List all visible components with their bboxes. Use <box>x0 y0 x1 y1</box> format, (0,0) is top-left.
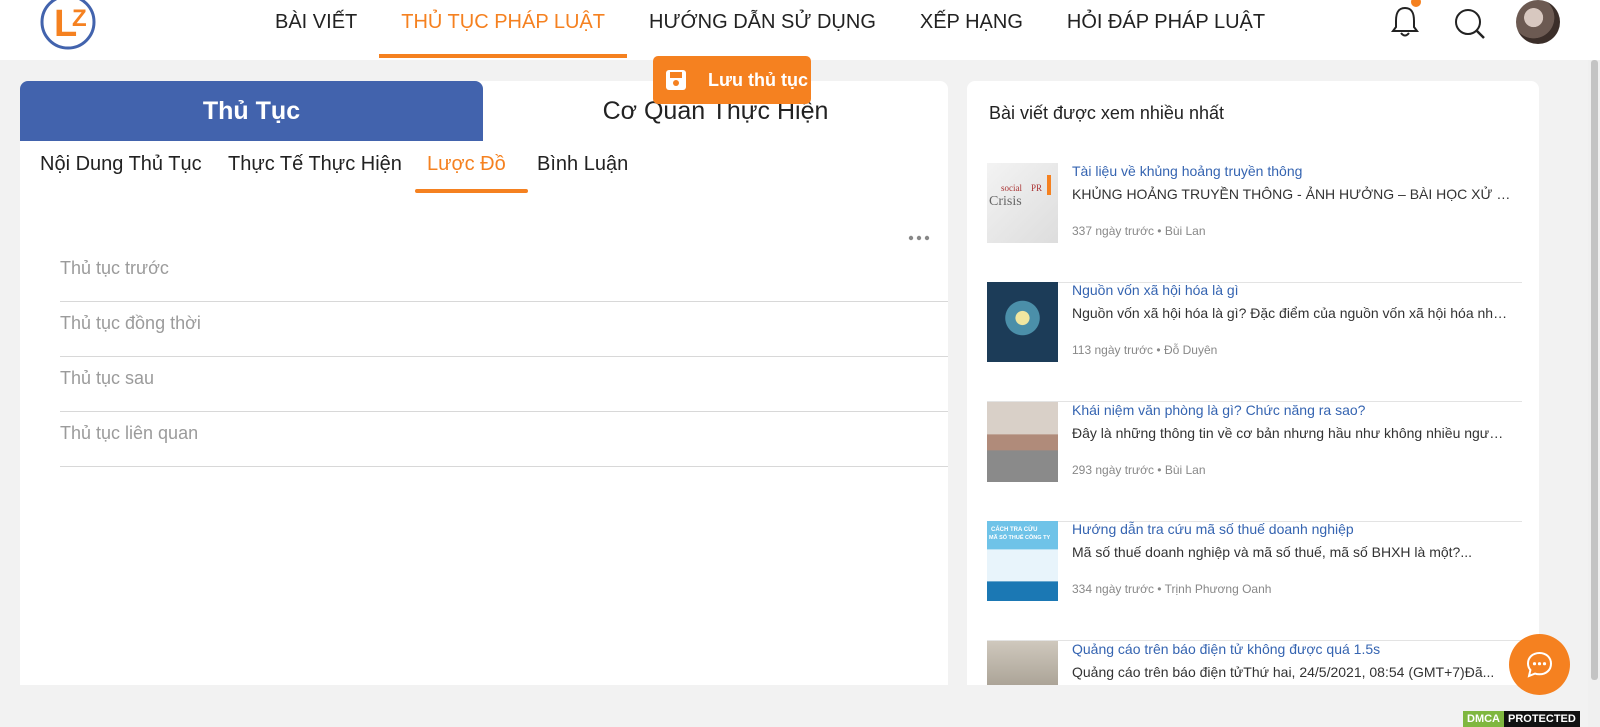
subtab-noi-dung-thu-tuc[interactable]: Nội Dung Thủ Tục <box>40 153 202 176</box>
search-icon[interactable] <box>1450 2 1490 42</box>
article-item[interactable]: Quảng cáo trên báo điện tử không được qu… <box>987 641 1522 685</box>
bell-icon[interactable] <box>1385 2 1425 42</box>
top-navbar: L Z BÀI VIẾT THỦ TỤC PHÁP LUẬT HƯỚNG DẪN… <box>0 0 1600 60</box>
subtab-thuc-te-thuc-hien[interactable]: Thực Tế Thực Hiện <box>228 153 402 176</box>
svg-text:Z: Z <box>72 5 87 32</box>
nav-thu-tuc-phap-luat[interactable]: THỦ TỤC PHÁP LUẬT <box>379 0 627 60</box>
save-procedure-button[interactable]: Lưu thủ tục <box>653 56 811 104</box>
avatar[interactable] <box>1516 0 1560 44</box>
procedure-panel: Thủ Tục Cơ Quan Thực Hiện Nội Dung Thủ T… <box>20 81 948 685</box>
article-desc: Quảng cáo trên báo điện tửThứ hai, 24/5/… <box>1072 664 1495 680</box>
article-item[interactable]: social PR Crisis Tài liệu về khủng hoảng… <box>987 163 1522 283</box>
article-title[interactable]: Nguồn vốn xã hội hóa là gì <box>1072 282 1239 298</box>
article-meta: 334 ngày trước • Trịnh Phương Oanh <box>1072 582 1272 596</box>
main-nav: BÀI VIẾT THỦ TỤC PHÁP LUẬT HƯỚNG DẪN SỬ … <box>253 0 1287 60</box>
svg-text:MÃ SỐ THUẾ CÔNG TY: MÃ SỐ THUẾ CÔNG TY <box>989 533 1050 541</box>
next-procedure-field[interactable]: Thủ tục sau <box>60 356 948 412</box>
svg-text:PR: PR <box>1031 183 1042 193</box>
nav-hoi-dap-phap-luat[interactable]: HỎI ĐÁP PHÁP LUẬT <box>1045 0 1287 60</box>
nav-huong-dan-su-dung[interactable]: HƯỚNG DẪN SỬ DỤNG <box>627 0 898 60</box>
chat-icon <box>1526 651 1553 678</box>
chat-button[interactable] <box>1509 634 1570 695</box>
most-viewed-sidebar: Bài viết được xem nhiều nhất social PR C… <box>967 81 1539 685</box>
article-desc: Đây là những thông tin về cơ bản nhưng h… <box>1072 425 1512 441</box>
article-thumbnail: CÁCH TRA CỨU MÃ SỐ THUẾ CÔNG TY <box>987 521 1058 601</box>
concurrent-procedure-field[interactable]: Thủ tục đồng thời <box>60 301 948 357</box>
more-options-icon[interactable] <box>908 233 930 243</box>
article-thumbnail: social PR Crisis <box>987 163 1058 243</box>
article-thumbnail <box>987 641 1058 685</box>
article-thumbnail <box>987 282 1058 362</box>
article-meta: 113 ngày trước • Đỗ Duyên <box>1072 343 1218 357</box>
article-item[interactable]: Khái niệm văn phòng là gì? Chức năng ra … <box>987 402 1522 522</box>
article-desc: KHỦNG HOẢNG TRUYỀN THÔNG - ẢNH HƯỞNG – B… <box>1072 186 1512 202</box>
tab-thu-tuc[interactable]: Thủ Tục <box>20 81 483 141</box>
svg-text:Crisis: Crisis <box>989 194 1022 209</box>
page-scrollbar[interactable] <box>1588 60 1600 727</box>
article-title[interactable]: Hướng dẫn tra cứu mã số thuế doanh nghiệ… <box>1072 521 1354 537</box>
sidebar-title: Bài viết được xem nhiều nhất <box>989 103 1224 123</box>
logo[interactable]: L Z <box>38 0 102 52</box>
nav-bai-viet[interactable]: BÀI VIẾT <box>253 0 379 60</box>
article-meta: 293 ngày trước • Bùi Lan <box>1072 463 1206 477</box>
dmca-badge[interactable]: DMCA PROTECTED <box>1463 711 1580 727</box>
svg-text:social: social <box>1001 183 1022 193</box>
article-item[interactable]: Nguồn vốn xã hội hóa là gì Nguồn vốn xã … <box>987 282 1522 402</box>
article-title[interactable]: Khái niệm văn phòng là gì? Chức năng ra … <box>1072 402 1365 418</box>
active-subtab-indicator <box>415 189 528 193</box>
scrollbar-thumb[interactable] <box>1591 60 1598 680</box>
article-meta: 337 ngày trước • Bùi Lan <box>1072 224 1206 238</box>
article-desc: Nguồn vốn xã hội hóa là gì? Đặc điểm của… <box>1072 305 1512 321</box>
previous-procedure-field[interactable]: Thủ tục trước <box>60 246 948 302</box>
related-procedure-field[interactable]: Thủ tục liên quan <box>60 411 948 467</box>
subtab-binh-luan[interactable]: Bình Luận <box>537 153 628 176</box>
svg-text:CÁCH TRA CỨU: CÁCH TRA CỨU <box>991 526 1037 533</box>
subtab-luoc-do[interactable]: Lược Đồ <box>427 153 506 176</box>
article-title[interactable]: Quảng cáo trên báo điện tử không được qu… <box>1072 641 1380 657</box>
nav-xep-hang[interactable]: XẾP HẠNG <box>898 0 1045 60</box>
subtab-bar: Nội Dung Thủ Tục Thực Tế Thực Hiện Lược … <box>20 139 948 193</box>
save-icon <box>666 70 686 90</box>
article-title[interactable]: Tài liệu về khủng hoảng truyền thông <box>1072 163 1302 179</box>
article-desc: Mã số thuế doanh nghiệp và mã số thuế, m… <box>1072 544 1472 560</box>
article-item[interactable]: CÁCH TRA CỨU MÃ SỐ THUẾ CÔNG TY Hướng dẫ… <box>987 521 1522 641</box>
article-thumbnail <box>987 402 1058 482</box>
